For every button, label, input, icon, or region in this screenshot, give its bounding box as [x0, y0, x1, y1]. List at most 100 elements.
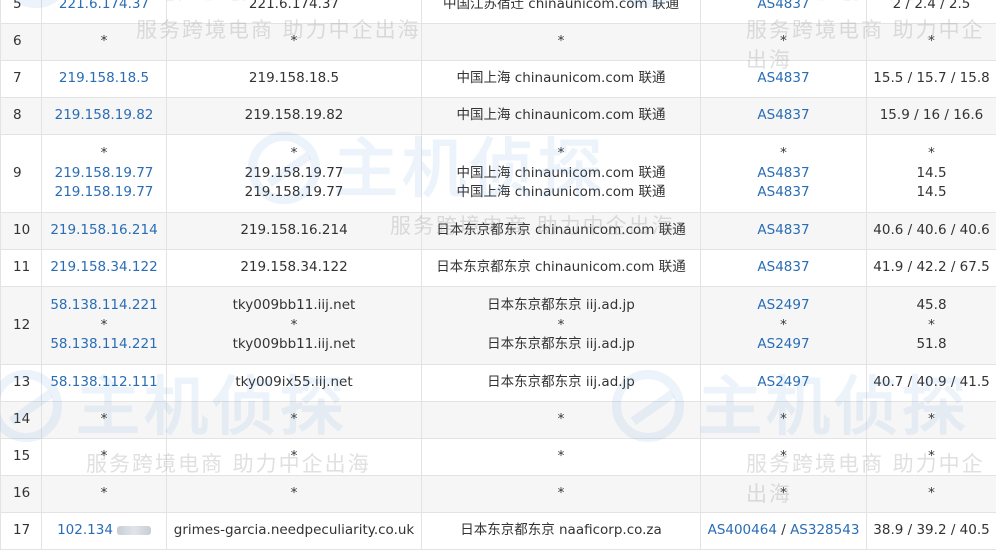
ip-link[interactable]: 219.158.19.77 — [43, 164, 166, 184]
location-text: 中国上海 chinaunicom.com 联通 — [456, 164, 666, 181]
hop-number: 17 — [0, 512, 42, 550]
ip-cell: 58.138.112.111 — [41, 364, 167, 402]
ip-cell: 221.6.174.37 — [41, 0, 167, 24]
asn-cell: * — [700, 401, 867, 439]
latency-text: 38.9 / 39.2 / 40.5 — [873, 522, 990, 539]
asn-line: AS4837 — [702, 258, 866, 278]
ip-link[interactable]: 219.158.16.214 — [43, 221, 166, 241]
location-text: 中国上海 chinaunicom.com 联通 — [456, 70, 666, 87]
ip-text: * — [100, 411, 108, 428]
ip-link[interactable]: 219.158.34.122 — [43, 258, 166, 278]
asn-line: AS4837 — [702, 183, 866, 203]
ip-text: * — [100, 145, 108, 162]
hostname-text: 219.158.18.5 — [248, 70, 340, 87]
asn-link[interactable]: AS4837 — [757, 165, 809, 181]
asn-link[interactable]: AS328543 — [790, 522, 859, 538]
asn-cell: * AS4837 AS4837 — [700, 134, 867, 213]
ip-text: * — [100, 448, 108, 465]
latency-text: 41.9 / 42.2 / 67.5 — [873, 259, 990, 276]
asn-line: AS4837 — [702, 164, 866, 184]
asn-line: AS400464 / AS328543 — [702, 521, 866, 541]
ip-text: * — [100, 33, 108, 50]
ip-cell: * — [41, 23, 167, 61]
table-row: 16 * * * * * — [0, 475, 996, 513]
asn-link[interactable]: AS4837 — [757, 107, 809, 123]
location-cell: * — [421, 475, 701, 513]
location-text: 日本东京都东京 iij.ad.jp — [487, 374, 635, 391]
asn-line: * — [702, 447, 866, 467]
location-text: * — [557, 145, 565, 162]
ip-link[interactable]: 219.158.18.5 — [43, 69, 166, 89]
location-text: 中国上海 chinaunicom.com 联通 — [456, 107, 666, 124]
ip-link[interactable]: 221.6.174.37 — [43, 0, 166, 15]
location-cell: 中国上海 chinaunicom.com 联通 — [421, 97, 701, 135]
timeout-marker: * — [43, 447, 166, 467]
ip-link[interactable]: 102.134 — [43, 521, 166, 541]
hop-number: 9 — [0, 134, 42, 213]
table-row: 12 58.138.114.221 * 58.138.114.221 tky009bb1… — [0, 286, 996, 365]
ip-text: 219.158.19.77 — [54, 184, 154, 201]
latency-text: * — [928, 145, 935, 162]
asn-cell: AS2497 — [700, 364, 867, 402]
ip-cell: * — [41, 401, 167, 439]
asn-link[interactable]: AS4837 — [757, 222, 809, 238]
hop-number: 14 — [0, 401, 42, 439]
ip-cell: * — [41, 438, 167, 476]
asn-line: AS2497 — [702, 296, 866, 316]
asn-cell: AS400464 / AS328543 — [700, 512, 867, 550]
hostname-cell: 219.158.18.5 — [166, 60, 422, 98]
asn-link[interactable]: AS2497 — [757, 297, 809, 313]
ip-text: 102.134 — [57, 522, 113, 539]
latency-cell: 45.8 * 51.8 — [866, 286, 996, 365]
latency-text: 14.5 — [916, 164, 947, 181]
ip-text: 219.158.19.77 — [54, 164, 154, 181]
asn-link[interactable]: AS4837 — [757, 0, 809, 12]
ip-link[interactable]: 58.138.112.111 — [43, 373, 166, 393]
asn-cell: AS4837 — [700, 249, 867, 287]
ip-text: 58.138.114.221 — [50, 297, 158, 314]
hostname-cell: 219.158.34.122 — [166, 249, 422, 287]
asn-link[interactable]: AS400464 — [708, 522, 777, 538]
hostname-cell: 219.158.16.214 — [166, 212, 422, 250]
ip-link[interactable]: 219.158.19.82 — [43, 106, 166, 126]
ip-cell: * — [41, 475, 167, 513]
ip-link[interactable]: 58.138.114.221 — [43, 296, 166, 316]
hostname-text: tky009bb11.iij.net — [232, 336, 356, 353]
table-row: 10 219.158.16.214 219.158.16.214 日本东京都东京 ch… — [0, 212, 996, 250]
asn-link[interactable]: AS4837 — [757, 70, 809, 86]
asn-separator: * — [780, 33, 787, 50]
location-cell: 日本东京都东京 chinaunicom.com 联通 — [421, 212, 701, 250]
asn-cell: AS4837 — [700, 97, 867, 135]
hostname-text: * — [290, 33, 298, 50]
hostname-cell: * 219.158.19.77 219.158.19.77 — [166, 134, 422, 213]
asn-line: AS4837 — [702, 69, 866, 89]
timeout-marker: * — [43, 32, 166, 52]
timeout-marker: * — [43, 484, 166, 504]
asn-separator: / — [776, 522, 791, 539]
table-row: 17 102.134 grimes-garcia.needpeculiarity.c… — [0, 512, 996, 550]
table-row: 14 * * * * * — [0, 401, 996, 439]
hop-number: 5 — [0, 0, 42, 24]
latency-text: * — [928, 316, 935, 333]
latency-cell: 15.5 / 15.7 / 15.8 — [866, 60, 996, 98]
asn-link[interactable]: AS4837 — [757, 259, 809, 275]
ip-text: 219.158.34.122 — [50, 259, 158, 276]
ip-cell: 58.138.114.221 * 58.138.114.221 — [41, 286, 167, 365]
location-text: 日本东京都东京 iij.ad.jp — [487, 336, 635, 353]
traceroute-table: 5 221.6.174.37 221.6.174.37 中国江苏宿迁 chinauni… — [0, 0, 996, 550]
latency-cell: * — [866, 475, 996, 513]
asn-link[interactable]: AS4837 — [757, 184, 809, 200]
hostname-text: tky009bb11.iij.net — [232, 297, 356, 314]
asn-link[interactable]: AS2497 — [757, 336, 809, 352]
location-text: * — [557, 485, 565, 502]
hostname-text: tky009ix55.iij.net — [235, 374, 353, 391]
hop-number: 16 — [0, 475, 42, 513]
asn-separator: * — [780, 145, 787, 162]
asn-link[interactable]: AS2497 — [757, 374, 809, 390]
ip-link[interactable]: 219.158.19.77 — [43, 183, 166, 203]
ip-text: 58.138.114.221 — [50, 336, 158, 353]
latency-cell: 38.9 / 39.2 / 40.5 — [866, 512, 996, 550]
ip-link[interactable]: 58.138.114.221 — [43, 335, 166, 355]
location-cell: 中国江苏宿迁 chinaunicom.com 联通 — [421, 0, 701, 24]
location-cell: 日本东京都东京 iij.ad.jp * 日本东京都东京 iij.ad.jp — [421, 286, 701, 365]
